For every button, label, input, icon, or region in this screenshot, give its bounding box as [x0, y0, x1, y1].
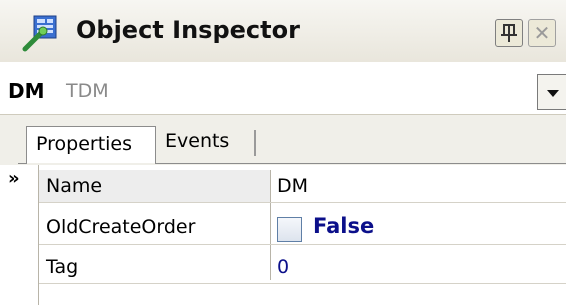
oldcreateorder-checkbox[interactable]: [277, 217, 302, 242]
tab-properties[interactable]: Properties: [26, 126, 156, 163]
object-inspector-window: Object Inspector ✕ DM TDM Properties Eve…: [0, 0, 566, 305]
tab-events[interactable]: Events: [165, 130, 229, 152]
property-name-name[interactable]: Name: [46, 175, 102, 197]
component-name: DM: [8, 79, 45, 103]
tab-properties-label: Properties: [36, 133, 133, 155]
row-separator: [39, 244, 566, 245]
property-value-name[interactable]: DM: [277, 175, 308, 197]
title-bar: Object Inspector ✕: [0, 0, 566, 63]
window-title: Object Inspector: [76, 16, 300, 44]
object-inspector-icon: [22, 15, 57, 52]
tab-baseline: [155, 163, 566, 164]
pin-button[interactable]: [495, 19, 523, 47]
property-value-oldcreateorder[interactable]: False: [313, 214, 374, 238]
pin-icon: [501, 24, 517, 42]
grid-column-divider[interactable]: [270, 170, 271, 280]
close-icon: ✕: [533, 21, 551, 45]
property-name-oldcreateorder[interactable]: OldCreateOrder: [46, 216, 195, 238]
tab-separator: [254, 130, 256, 156]
row-separator: [39, 202, 566, 203]
chevron-down-icon[interactable]: [537, 74, 566, 110]
property-name-tag[interactable]: Tag: [46, 256, 78, 278]
current-row-marker-icon: »: [8, 168, 20, 189]
property-value-tag[interactable]: 0: [277, 256, 289, 278]
close-button[interactable]: ✕: [528, 19, 556, 47]
tab-baseline: [18, 163, 27, 164]
row-separator: [39, 283, 566, 284]
component-type: TDM: [66, 80, 109, 102]
